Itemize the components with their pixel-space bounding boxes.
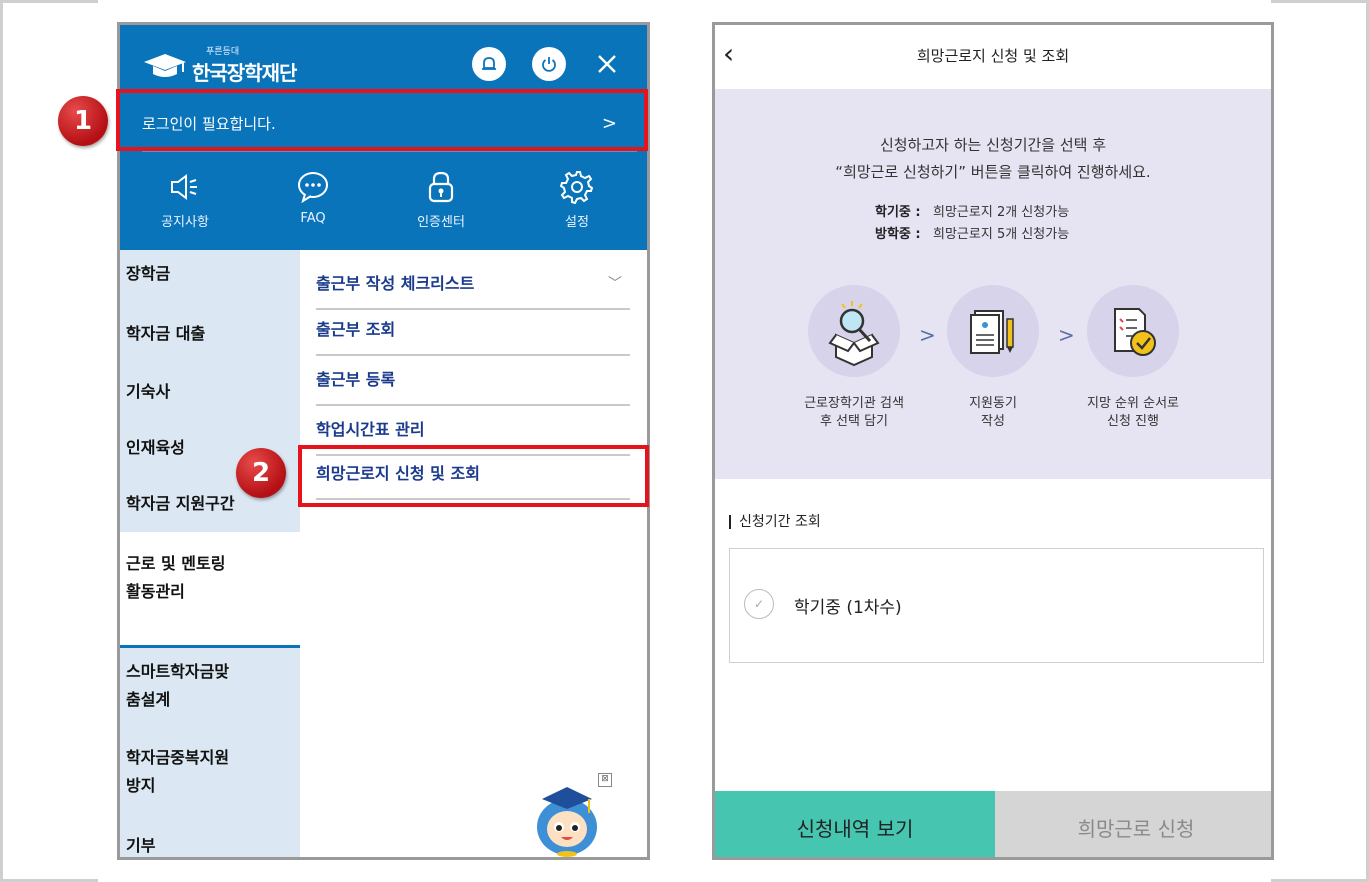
chat-bubble-icon <box>268 167 358 207</box>
power-icon <box>542 57 556 72</box>
page-header: ‹ 희망근로지 신청 및 조회 <box>715 25 1271 90</box>
step-arrow: > <box>1058 323 1075 347</box>
mascot-image[interactable] <box>530 777 604 857</box>
main-menu: 장학금 학자금 대출 기숙사 인재육성 학자금 지원구간 근로 및 멘토링 활동… <box>120 250 300 857</box>
term-label: 학기중 : <box>875 205 921 220</box>
bell-icon <box>482 57 496 70</box>
apply-button[interactable]: 희망근로 신청 <box>995 791 1271 857</box>
quick-menu-faq[interactable]: FAQ <box>268 167 358 226</box>
main-menu-item[interactable]: 학자금중복지원 방지 <box>120 744 300 800</box>
frame-left <box>0 0 3 882</box>
lock-icon <box>396 167 486 207</box>
main-menu-item-active[interactable]: 근로 및 멘토링 활동관리 <box>120 532 300 648</box>
step-label: 근로장학기관 검색 후 선택 담기 <box>804 396 904 429</box>
callout-badge-1: 1 <box>58 96 108 146</box>
term-value: 희망근로지 5개 신청가능 <box>933 227 1070 242</box>
main-menu-item[interactable]: 기부 <box>120 832 300 857</box>
view-history-button[interactable]: 신청내역 보기 <box>715 791 995 857</box>
quick-menu-settings[interactable]: 설정 <box>532 167 622 230</box>
callout-highlight-2 <box>298 445 649 507</box>
main-menu-item[interactable]: 장학금 <box>120 260 300 288</box>
sub-menu-item[interactable]: 출근부 작성 체크리스트 ﹀ <box>316 264 630 310</box>
chevron-down-icon: ﹀ <box>608 276 622 292</box>
document-pencil-icon <box>970 310 1014 354</box>
step-2 <box>947 285 1039 377</box>
check-circle-icon[interactable]: ✓ <box>744 589 774 619</box>
main-menu-item[interactable]: 기숙사 <box>120 378 300 406</box>
info-panel: 신청하고자 하는 신청기간을 선택 후 “희망근로 신청하기” 버튼을 클릭하여… <box>715 89 1271 479</box>
step-label: 지원동기 작성 <box>969 396 1017 429</box>
step-arrow: > <box>919 323 936 347</box>
frame-top-right <box>1271 0 1369 3</box>
sub-menu: 출근부 작성 체크리스트 ﹀ 출근부 조회 출근부 등록 학업시간표 관리 희망… <box>300 250 647 857</box>
divider <box>142 151 637 152</box>
sub-menu-label: 출근부 작성 체크리스트 <box>316 274 475 293</box>
callout-badge-2: 2 <box>236 448 286 498</box>
quick-menu-label: 인증센터 <box>417 215 465 230</box>
main-menu-item[interactable]: 스마트학자금맞 춤설계 <box>120 658 300 714</box>
power-button[interactable] <box>532 47 566 81</box>
frame-top-left <box>0 0 98 3</box>
ad-close-button[interactable]: ⊠ <box>598 773 612 787</box>
close-button[interactable] <box>588 45 626 83</box>
quick-menu-label: 공지사항 <box>161 215 209 230</box>
checklist-icon <box>1114 308 1156 356</box>
logo-title: 한국장학재단 <box>192 61 297 85</box>
term-label: 방학중 : <box>875 227 921 242</box>
close-icon <box>598 55 616 73</box>
sub-menu-item[interactable]: 출근부 조회 <box>316 310 630 356</box>
megaphone-icon <box>140 167 230 207</box>
instruction-line-1: 신청하고자 하는 신청기간을 선택 후 <box>879 136 1107 154</box>
right-phone-screen: ‹ 희망근로지 신청 및 조회 신청하고자 하는 신청기간을 선택 후 “희망근… <box>712 22 1274 860</box>
term-row-vacation: 방학중 : 희망근로지 5개 신청가능 <box>875 223 1069 242</box>
search-box-icon <box>828 301 880 367</box>
quick-menu-auth[interactable]: 인증센터 <box>396 167 486 230</box>
main-menu-item[interactable]: 학자금 대출 <box>120 320 300 348</box>
instruction-line-2: “희망근로 신청하기” 버튼을 클릭하여 진행하세요. <box>835 163 1151 181</box>
quick-menu-label: FAQ <box>300 211 326 226</box>
sub-menu-item[interactable]: 출근부 등록 <box>316 360 630 406</box>
logo-subtitle: 푸른등대 <box>206 47 240 57</box>
step-1 <box>808 285 900 377</box>
quick-menu-notice[interactable]: 공지사항 <box>140 167 230 230</box>
quick-menu-label: 설정 <box>565 215 589 230</box>
graduation-cap-icon <box>142 52 188 82</box>
term-row-semester: 학기중 : 희망근로지 2개 신청가능 <box>875 201 1069 220</box>
callout-highlight-1 <box>116 89 648 151</box>
period-option-label: 학기중 (1차수) <box>794 598 902 618</box>
logo[interactable]: 푸른등대 한국장학재단 <box>142 45 297 89</box>
term-value: 희망근로지 2개 신청가능 <box>933 205 1070 220</box>
period-option[interactable]: ✓ 학기중 (1차수) <box>729 548 1264 663</box>
notification-button[interactable] <box>472 47 506 81</box>
gear-icon <box>532 167 622 207</box>
step-3 <box>1087 285 1179 377</box>
period-section-title: 신청기간 조회 <box>729 515 821 529</box>
step-label: 지망 순위 순서로 신청 진행 <box>1087 396 1179 429</box>
page-title: 희망근로지 신청 및 조회 <box>916 47 1070 65</box>
